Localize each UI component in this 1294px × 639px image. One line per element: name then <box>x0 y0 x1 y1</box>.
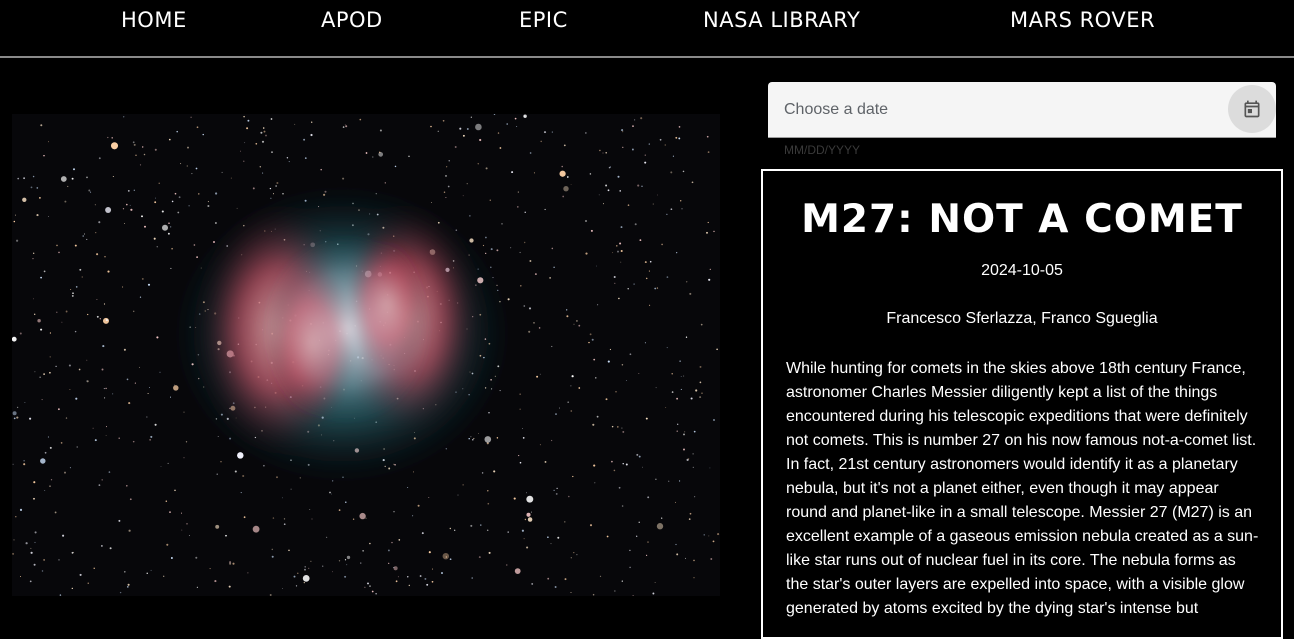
apod-info-card: M27: NOT A COMET 2024-10-05 Francesco Sf… <box>761 169 1283 639</box>
nav-nasa-library-link[interactable]: NASA LIBRARY <box>703 8 860 34</box>
date-picker-field[interactable]: Choose a date <box>768 82 1276 138</box>
apod-date: 2024-10-05 <box>981 262 1063 279</box>
apod-title: M27: NOT A COMET <box>801 197 1243 242</box>
apod-explanation: While hunting for comets in the skies ab… <box>786 360 1259 617</box>
date-format-hint: MM/DD/YYYY <box>784 143 861 157</box>
apod-image <box>12 114 720 596</box>
nav-apod-link[interactable]: APOD <box>321 8 383 34</box>
calendar-icon <box>1244 100 1260 118</box>
top-nav: HOME APOD EPIC NASA LIBRARY MARS ROVER <box>0 0 1294 58</box>
date-picker-label: Choose a date <box>784 101 889 118</box>
calendar-toggle-button[interactable] <box>1228 85 1276 133</box>
nav-mars-rover-link[interactable]: MARS ROVER <box>1010 8 1155 34</box>
nav-home-link[interactable]: HOME <box>121 8 187 34</box>
nav-epic-link[interactable]: EPIC <box>519 8 568 34</box>
apod-copyright: Francesco Sferlazza, Franco Sgueglia <box>886 310 1158 327</box>
